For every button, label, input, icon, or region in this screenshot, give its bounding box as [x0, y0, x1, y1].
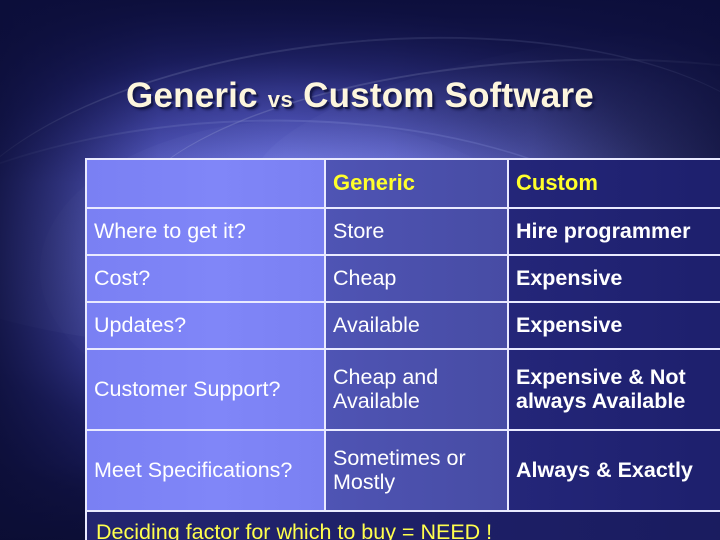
- comparison-table: Generic Custom Where to get it? Store Hi…: [85, 158, 720, 540]
- row-custom-value: Hire programmer: [507, 207, 720, 256]
- row-generic-value: Sometimes or Mostly: [324, 429, 509, 512]
- slide-title: Generic vs Custom Software: [0, 76, 720, 115]
- table-row: Meet Specifications? Sometimes or Mostly…: [85, 429, 720, 512]
- row-custom-value: Expensive: [507, 301, 720, 350]
- table-row: Where to get it? Store Hire programmer: [85, 207, 720, 256]
- row-label: Meet Specifications?: [85, 429, 326, 512]
- table-footer-note: Deciding factor for which to buy = NEED …: [85, 510, 720, 540]
- row-generic-value: Available: [324, 301, 509, 350]
- table-header-generic: Generic: [324, 158, 509, 209]
- row-generic-value: Cheap: [324, 254, 509, 303]
- table-row: Updates? Available Expensive: [85, 301, 720, 350]
- table-header-row: Generic Custom: [85, 158, 720, 209]
- table-header-corner: [85, 158, 326, 209]
- table-row: Cost? Cheap Expensive: [85, 254, 720, 303]
- row-custom-value: Always & Exactly: [507, 429, 720, 512]
- slide-title-vs: vs: [267, 87, 294, 112]
- row-label: Updates?: [85, 301, 326, 350]
- row-label: Customer Support?: [85, 348, 326, 431]
- presentation-slide: Generic vs Custom Software Generic Custo…: [0, 0, 720, 540]
- slide-title-part-generic: Generic: [126, 76, 258, 115]
- table-footer-row: Deciding factor for which to buy = NEED …: [85, 510, 720, 540]
- table-header-custom: Custom: [507, 158, 720, 209]
- row-generic-value: Store: [324, 207, 509, 256]
- row-label: Where to get it?: [85, 207, 326, 256]
- row-label: Cost?: [85, 254, 326, 303]
- slide-title-part-custom: Custom Software: [303, 76, 594, 115]
- row-custom-value: Expensive & Not always Available: [507, 348, 720, 431]
- table-row: Customer Support? Cheap and Available Ex…: [85, 348, 720, 431]
- row-custom-value: Expensive: [507, 254, 720, 303]
- row-generic-value: Cheap and Available: [324, 348, 509, 431]
